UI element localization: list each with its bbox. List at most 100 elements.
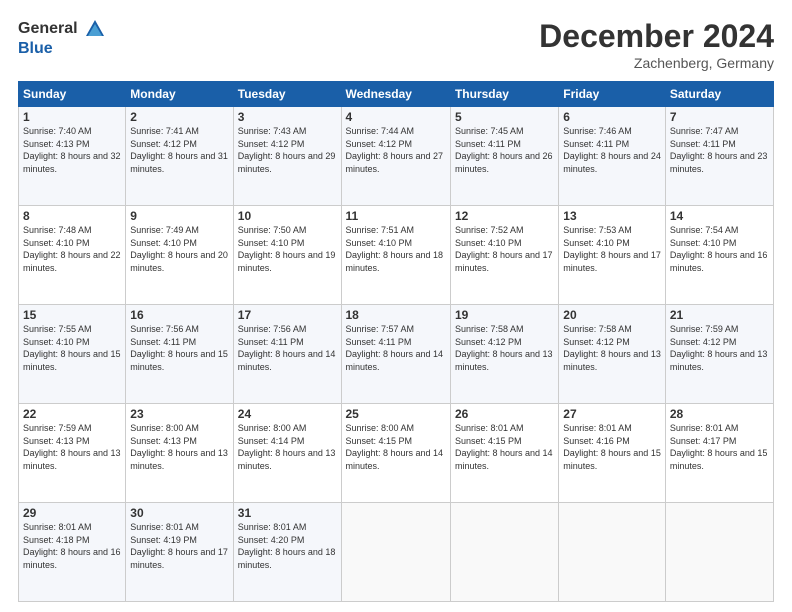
- day-cell: 13 Sunrise: 7:53 AMSunset: 4:10 PMDaylig…: [559, 206, 666, 305]
- day-info: Sunrise: 7:57 AMSunset: 4:11 PMDaylight:…: [346, 323, 446, 373]
- day-number: 7: [670, 110, 769, 124]
- day-number: 13: [563, 209, 661, 223]
- day-info: Sunrise: 7:58 AMSunset: 4:12 PMDaylight:…: [455, 323, 554, 373]
- day-cell: 5 Sunrise: 7:45 AMSunset: 4:11 PMDayligh…: [450, 107, 558, 206]
- col-header-wednesday: Wednesday: [341, 82, 450, 107]
- day-cell: 16 Sunrise: 7:56 AMSunset: 4:11 PMDaylig…: [126, 305, 233, 404]
- day-cell: 4 Sunrise: 7:44 AMSunset: 4:12 PMDayligh…: [341, 107, 450, 206]
- day-number: 23: [130, 407, 228, 421]
- day-info: Sunrise: 7:52 AMSunset: 4:10 PMDaylight:…: [455, 224, 554, 274]
- day-number: 4: [346, 110, 446, 124]
- week-row-2: 8 Sunrise: 7:48 AMSunset: 4:10 PMDayligh…: [19, 206, 774, 305]
- col-header-saturday: Saturday: [665, 82, 773, 107]
- day-number: 12: [455, 209, 554, 223]
- day-cell: [665, 503, 773, 602]
- day-info: Sunrise: 8:01 AMSunset: 4:20 PMDaylight:…: [238, 521, 337, 571]
- day-info: Sunrise: 7:59 AMSunset: 4:12 PMDaylight:…: [670, 323, 769, 373]
- col-header-tuesday: Tuesday: [233, 82, 341, 107]
- day-cell: 25 Sunrise: 8:00 AMSunset: 4:15 PMDaylig…: [341, 404, 450, 503]
- day-number: 15: [23, 308, 121, 322]
- week-row-5: 29 Sunrise: 8:01 AMSunset: 4:18 PMDaylig…: [19, 503, 774, 602]
- day-info: Sunrise: 8:01 AMSunset: 4:18 PMDaylight:…: [23, 521, 121, 571]
- day-number: 21: [670, 308, 769, 322]
- day-cell: 15 Sunrise: 7:55 AMSunset: 4:10 PMDaylig…: [19, 305, 126, 404]
- day-cell: 8 Sunrise: 7:48 AMSunset: 4:10 PMDayligh…: [19, 206, 126, 305]
- col-header-thursday: Thursday: [450, 82, 558, 107]
- day-cell: 12 Sunrise: 7:52 AMSunset: 4:10 PMDaylig…: [450, 206, 558, 305]
- day-number: 14: [670, 209, 769, 223]
- day-cell: 29 Sunrise: 8:01 AMSunset: 4:18 PMDaylig…: [19, 503, 126, 602]
- day-number: 11: [346, 209, 446, 223]
- day-cell: 18 Sunrise: 7:57 AMSunset: 4:11 PMDaylig…: [341, 305, 450, 404]
- day-number: 3: [238, 110, 337, 124]
- day-info: Sunrise: 7:49 AMSunset: 4:10 PMDaylight:…: [130, 224, 228, 274]
- day-number: 18: [346, 308, 446, 322]
- logo: General Blue: [18, 18, 106, 58]
- day-cell: [450, 503, 558, 602]
- day-info: Sunrise: 7:40 AMSunset: 4:13 PMDaylight:…: [23, 125, 121, 175]
- day-info: Sunrise: 8:01 AMSunset: 4:17 PMDaylight:…: [670, 422, 769, 472]
- day-info: Sunrise: 7:50 AMSunset: 4:10 PMDaylight:…: [238, 224, 337, 274]
- day-info: Sunrise: 7:41 AMSunset: 4:12 PMDaylight:…: [130, 125, 228, 175]
- day-number: 1: [23, 110, 121, 124]
- day-info: Sunrise: 8:01 AMSunset: 4:15 PMDaylight:…: [455, 422, 554, 472]
- day-cell: 9 Sunrise: 7:49 AMSunset: 4:10 PMDayligh…: [126, 206, 233, 305]
- day-cell: 28 Sunrise: 8:01 AMSunset: 4:17 PMDaylig…: [665, 404, 773, 503]
- day-cell: 6 Sunrise: 7:46 AMSunset: 4:11 PMDayligh…: [559, 107, 666, 206]
- day-number: 26: [455, 407, 554, 421]
- header: General Blue December 2024 Zachenberg, G…: [18, 18, 774, 71]
- month-title: December 2024: [539, 18, 774, 55]
- day-number: 8: [23, 209, 121, 223]
- day-number: 27: [563, 407, 661, 421]
- day-cell: 2 Sunrise: 7:41 AMSunset: 4:12 PMDayligh…: [126, 107, 233, 206]
- day-number: 2: [130, 110, 228, 124]
- day-cell: 20 Sunrise: 7:58 AMSunset: 4:12 PMDaylig…: [559, 305, 666, 404]
- day-info: Sunrise: 7:56 AMSunset: 4:11 PMDaylight:…: [130, 323, 228, 373]
- day-cell: 24 Sunrise: 8:00 AMSunset: 4:14 PMDaylig…: [233, 404, 341, 503]
- title-block: December 2024 Zachenberg, Germany: [539, 18, 774, 71]
- day-number: 10: [238, 209, 337, 223]
- header-row: SundayMondayTuesdayWednesdayThursdayFrid…: [19, 82, 774, 107]
- day-info: Sunrise: 8:00 AMSunset: 4:14 PMDaylight:…: [238, 422, 337, 472]
- day-number: 17: [238, 308, 337, 322]
- day-cell: 7 Sunrise: 7:47 AMSunset: 4:11 PMDayligh…: [665, 107, 773, 206]
- day-cell: 11 Sunrise: 7:51 AMSunset: 4:10 PMDaylig…: [341, 206, 450, 305]
- day-info: Sunrise: 7:46 AMSunset: 4:11 PMDaylight:…: [563, 125, 661, 175]
- day-info: Sunrise: 8:00 AMSunset: 4:13 PMDaylight:…: [130, 422, 228, 472]
- day-cell: 21 Sunrise: 7:59 AMSunset: 4:12 PMDaylig…: [665, 305, 773, 404]
- col-header-friday: Friday: [559, 82, 666, 107]
- day-number: 19: [455, 308, 554, 322]
- day-cell: 10 Sunrise: 7:50 AMSunset: 4:10 PMDaylig…: [233, 206, 341, 305]
- week-row-4: 22 Sunrise: 7:59 AMSunset: 4:13 PMDaylig…: [19, 404, 774, 503]
- day-number: 30: [130, 506, 228, 520]
- day-number: 29: [23, 506, 121, 520]
- day-info: Sunrise: 8:01 AMSunset: 4:19 PMDaylight:…: [130, 521, 228, 571]
- day-cell: 22 Sunrise: 7:59 AMSunset: 4:13 PMDaylig…: [19, 404, 126, 503]
- day-info: Sunrise: 7:58 AMSunset: 4:12 PMDaylight:…: [563, 323, 661, 373]
- day-info: Sunrise: 7:44 AMSunset: 4:12 PMDaylight:…: [346, 125, 446, 175]
- day-number: 5: [455, 110, 554, 124]
- day-number: 22: [23, 407, 121, 421]
- day-info: Sunrise: 7:43 AMSunset: 4:12 PMDaylight:…: [238, 125, 337, 175]
- day-cell: 1 Sunrise: 7:40 AMSunset: 4:13 PMDayligh…: [19, 107, 126, 206]
- day-cell: 30 Sunrise: 8:01 AMSunset: 4:19 PMDaylig…: [126, 503, 233, 602]
- day-cell: 17 Sunrise: 7:56 AMSunset: 4:11 PMDaylig…: [233, 305, 341, 404]
- location-title: Zachenberg, Germany: [539, 55, 774, 71]
- day-cell: 31 Sunrise: 8:01 AMSunset: 4:20 PMDaylig…: [233, 503, 341, 602]
- day-number: 16: [130, 308, 228, 322]
- day-info: Sunrise: 8:01 AMSunset: 4:16 PMDaylight:…: [563, 422, 661, 472]
- day-info: Sunrise: 8:00 AMSunset: 4:15 PMDaylight:…: [346, 422, 446, 472]
- day-info: Sunrise: 7:53 AMSunset: 4:10 PMDaylight:…: [563, 224, 661, 274]
- day-number: 31: [238, 506, 337, 520]
- week-row-1: 1 Sunrise: 7:40 AMSunset: 4:13 PMDayligh…: [19, 107, 774, 206]
- day-cell: [341, 503, 450, 602]
- col-header-sunday: Sunday: [19, 82, 126, 107]
- day-number: 9: [130, 209, 228, 223]
- day-number: 6: [563, 110, 661, 124]
- page: General Blue December 2024 Zachenberg, G…: [0, 0, 792, 612]
- day-info: Sunrise: 7:59 AMSunset: 4:13 PMDaylight:…: [23, 422, 121, 472]
- day-info: Sunrise: 7:51 AMSunset: 4:10 PMDaylight:…: [346, 224, 446, 274]
- calendar-table: SundayMondayTuesdayWednesdayThursdayFrid…: [18, 81, 774, 602]
- day-cell: 3 Sunrise: 7:43 AMSunset: 4:12 PMDayligh…: [233, 107, 341, 206]
- day-info: Sunrise: 7:56 AMSunset: 4:11 PMDaylight:…: [238, 323, 337, 373]
